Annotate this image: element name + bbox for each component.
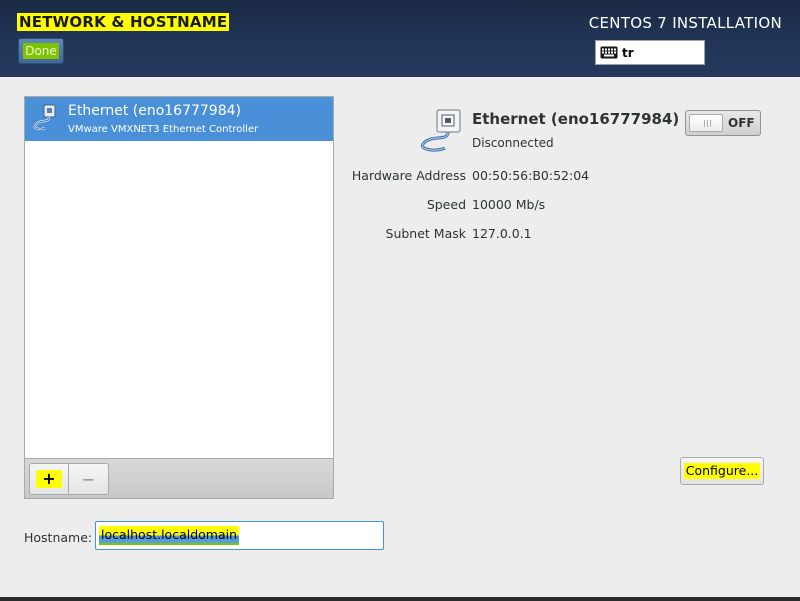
device-detail-name: Ethernet (eno16777984): [472, 110, 680, 128]
hardware-address-value: 00:50:56:B0:52:04: [472, 168, 590, 183]
hostname-label: Hostname:: [24, 530, 93, 545]
done-button[interactable]: Done: [18, 38, 64, 64]
ethernet-cable-icon: [417, 108, 467, 154]
minus-icon: −: [81, 469, 96, 489]
plus-icon: +: [36, 470, 62, 488]
page-title: NETWORK & HOSTNAME: [17, 13, 230, 31]
device-status: Disconnected: [472, 136, 554, 150]
connection-toggle[interactable]: OFF: [685, 110, 761, 136]
subnet-mask-label: Subnet Mask: [385, 226, 466, 241]
hostname-input[interactable]: localhost.localdomain: [95, 521, 384, 550]
remove-device-button[interactable]: −: [69, 463, 109, 495]
done-button-label: Done: [23, 43, 59, 59]
hostname-value: localhost.localdomain: [99, 526, 240, 545]
configure-button[interactable]: Configure...: [680, 457, 764, 485]
network-device-list: Ethernet (eno16777984) VMware VMXNET3 Et…: [24, 96, 334, 499]
ethernet-cable-icon: [31, 104, 59, 132]
speed-value: 10000 Mb/s: [472, 197, 546, 212]
list-item-ethernet[interactable]: Ethernet (eno16777984) VMware VMXNET3 Et…: [25, 97, 333, 141]
device-list-toolbar: + −: [25, 458, 333, 498]
toggle-knob[interactable]: [689, 114, 723, 132]
keyboard-icon: [600, 46, 618, 59]
subnet-mask-value: 127.0.0.1: [472, 226, 532, 241]
toggle-state-label: OFF: [728, 116, 755, 130]
device-description: VMware VMXNET3 Ethernet Controller: [68, 124, 259, 135]
device-name: Ethernet (eno16777984): [68, 103, 241, 119]
add-device-button[interactable]: +: [29, 463, 69, 495]
speed-label: Speed: [426, 197, 466, 212]
configure-button-label: Configure...: [683, 463, 761, 479]
bottom-border: [0, 597, 800, 601]
keyboard-layout-label: tr: [622, 45, 634, 60]
installer-title: CENTOS 7 INSTALLATION: [588, 14, 782, 32]
keyboard-layout-indicator[interactable]: tr: [595, 40, 705, 65]
hardware-address-label: Hardware Address: [351, 168, 466, 183]
header-bar: NETWORK & HOSTNAME Done CENTOS 7 INSTALL…: [0, 0, 800, 77]
